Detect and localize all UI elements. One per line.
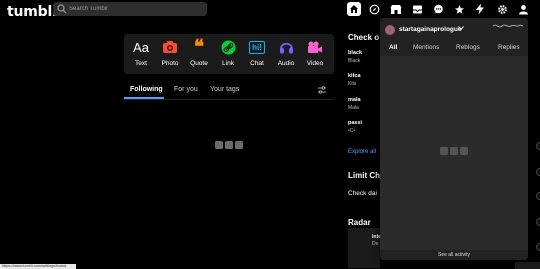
blog-desc: Kits: [348, 81, 357, 87]
limit-text: Check dai: [348, 190, 377, 197]
activity-icon[interactable]: [452, 2, 466, 16]
header-decoration-icon: [492, 24, 524, 28]
activity-tabs: All Mentions Reblogs Replies: [380, 42, 528, 56]
limit-heading: Limit Ch: [348, 171, 380, 180]
home-icon[interactable]: [347, 2, 361, 16]
camera-icon: [158, 38, 182, 56]
floating-button[interactable]: [536, 168, 540, 176]
radar-heading: Radar: [348, 218, 371, 227]
tumblr-logo[interactable]: tumblr: [7, 4, 59, 20]
tab-mentions[interactable]: Mentions: [413, 44, 439, 51]
blog-desc: Black: [348, 58, 361, 64]
chat-icon: hi!: [245, 38, 269, 56]
search-bar[interactable]: [53, 2, 207, 16]
tab-all[interactable]: All: [389, 44, 397, 51]
tabs-divider: [124, 99, 334, 100]
floating-button[interactable]: [536, 192, 540, 200]
shop-icon[interactable]: [389, 2, 403, 16]
blog-desc: Mala: [348, 105, 359, 111]
top-navigation: [342, 0, 540, 18]
explore-icon[interactable]: [367, 2, 381, 16]
account-icon[interactable]: [516, 2, 530, 16]
blog-name[interactable]: black: [348, 50, 362, 56]
activity-loading-indicator: [440, 147, 468, 155]
status-url: https://www.tumblr.com/settings/board: [0, 264, 76, 269]
text-icon: Aa: [133, 39, 149, 55]
tab-following[interactable]: Following: [130, 86, 163, 93]
blog-name[interactable]: passi: [348, 120, 362, 126]
quote-post-button[interactable]: ❝ Quote: [187, 38, 211, 70]
activity-header: startagainaprologue: [380, 18, 528, 40]
explore-all-link[interactable]: Explore all: [348, 149, 376, 155]
floating-button[interactable]: [536, 218, 540, 226]
lightning-icon[interactable]: [473, 2, 487, 16]
settings-icon[interactable]: [495, 2, 509, 16]
feed-loading-indicator: [215, 141, 243, 149]
tab-for-you[interactable]: For you: [174, 86, 198, 93]
search-input[interactable]: [69, 2, 203, 16]
blog-name[interactable]: kitca: [348, 73, 361, 79]
floating-button[interactable]: [536, 243, 540, 251]
chat-post-button[interactable]: hi! Chat: [245, 38, 269, 70]
tab-replies[interactable]: Replies: [498, 44, 520, 51]
text-post-button[interactable]: Aa Text: [129, 38, 153, 70]
video-post-button[interactable]: Video: [303, 38, 327, 70]
link-post-button[interactable]: Link: [216, 38, 240, 70]
video-icon: [303, 38, 327, 56]
active-tab-indicator: [124, 97, 164, 99]
post-composer: Aa Text Photo ❝ Quote Link hi! Chat Audi…: [124, 34, 334, 74]
messages-icon[interactable]: [431, 2, 445, 16]
tab-your-tags[interactable]: Your tags: [210, 86, 239, 93]
blog-desc: •C•: [348, 128, 356, 134]
headphones-icon: [274, 38, 298, 56]
tab-reblogs[interactable]: Reblogs: [456, 44, 480, 51]
inbox-icon[interactable]: [410, 2, 424, 16]
avatar[interactable]: [385, 25, 395, 35]
activity-list: [380, 56, 528, 250]
audio-post-button[interactable]: Audio: [274, 38, 298, 70]
photo-post-button[interactable]: Photo: [158, 38, 182, 70]
feed-tabs: Following For you Your tags: [124, 84, 334, 102]
radar-card[interactable]: inte De: [348, 228, 381, 268]
blog-switcher-name[interactable]: startagainaprologue: [399, 26, 461, 33]
check-out-heading: Check o: [348, 33, 380, 42]
blog-name[interactable]: mala: [348, 97, 361, 103]
filter-icon[interactable]: [318, 86, 326, 94]
search-icon: [57, 4, 67, 14]
see-all-activity-link[interactable]: See all activity: [380, 250, 528, 260]
floating-button[interactable]: [536, 142, 540, 150]
quote-icon: ❝: [193, 36, 205, 58]
scroll-corner: [515, 262, 540, 269]
chevron-down-icon[interactable]: [458, 25, 464, 31]
link-icon: [216, 38, 240, 56]
activity-panel: startagainaprologue All Mentions Reblogs…: [380, 18, 528, 260]
